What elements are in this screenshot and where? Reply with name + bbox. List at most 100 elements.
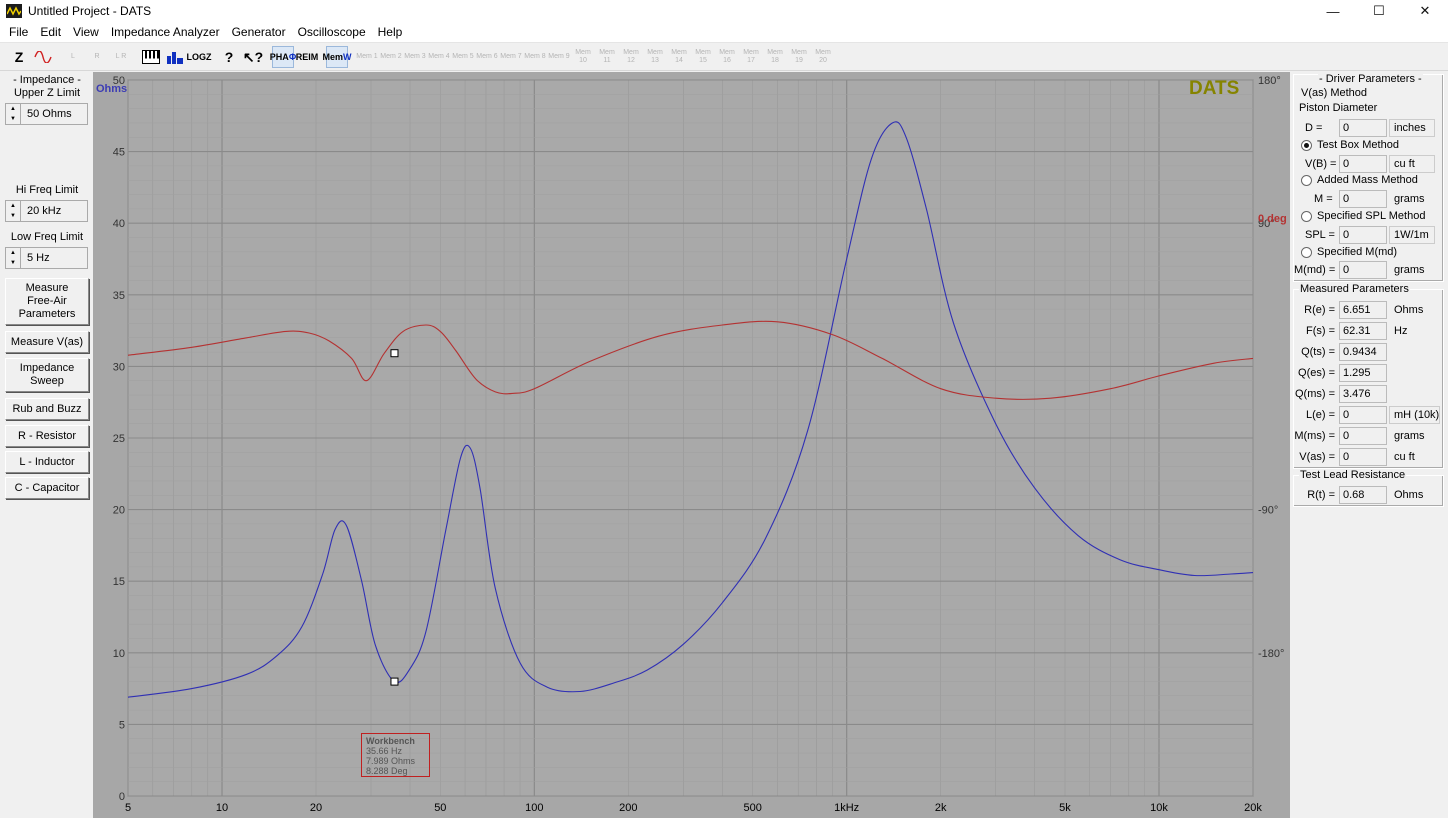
mem-slot-12[interactable]: Mem 12 <box>620 46 642 68</box>
x-tick-label: 1kHz <box>834 802 859 814</box>
spl-input[interactable]: 0 <box>1339 226 1387 244</box>
specified-spl-method-radio[interactable]: Specified SPL Method <box>1301 210 1425 222</box>
menu-impedance-analyzer[interactable]: Impedance Analyzer <box>105 22 226 43</box>
mem-slot-19[interactable]: Mem 19 <box>788 46 810 68</box>
mem-slot-18[interactable]: Mem 18 <box>764 46 786 68</box>
workbench-ohms: 7.989 Ohms <box>366 756 416 766</box>
workbench-degrees: 8.288 Deg <box>366 766 408 776</box>
mem-slot-11[interactable]: Mem 11 <box>596 46 618 68</box>
measure-free-air-button[interactable]: Measure Free-Air Parameters <box>5 278 89 325</box>
mem-slot-3[interactable]: Mem 3 <box>404 46 426 68</box>
measured-unit: mH (10k) <box>1389 406 1441 424</box>
upper-z-limit-spinner[interactable]: ▲ ▼ 50 Ohms <box>5 103 88 125</box>
measured-value[interactable]: 0 <box>1339 406 1387 424</box>
measured-unit <box>1389 385 1395 403</box>
measured-row: F(s) = 62.31 Hz <box>1294 322 1408 340</box>
mem-slot-5[interactable]: Mem 5 <box>452 46 474 68</box>
menu-generator[interactable]: Generator <box>226 22 292 43</box>
rt-input[interactable]: 0.68 <box>1339 486 1387 504</box>
mem-slot-9[interactable]: Mem 9 <box>548 46 570 68</box>
d-input[interactable]: 0 <box>1339 119 1387 137</box>
mem-slot-2[interactable]: Mem 2 <box>380 46 402 68</box>
radio-icon[interactable] <box>1301 246 1312 258</box>
measured-value[interactable]: 62.31 <box>1339 322 1387 340</box>
hi-freq-limit-spinner[interactable]: ▲ ▼ 20 kHz <box>5 200 88 222</box>
channel-lr-icon[interactable]: L R <box>110 46 132 68</box>
context-help-icon[interactable]: ↖? <box>242 46 264 68</box>
radio-icon[interactable] <box>1301 210 1312 222</box>
measured-label: F(s) = <box>1305 325 1335 337</box>
l-inductor-button[interactable]: L - Inductor <box>5 451 89 473</box>
impedance-mode-button[interactable]: Z <box>8 46 30 68</box>
spin-up-icon[interactable]: ▲ <box>6 201 20 211</box>
spin-up-icon[interactable]: ▲ <box>6 248 20 258</box>
mem-slot-8[interactable]: Mem 8 <box>524 46 546 68</box>
mem-slot-20[interactable]: Mem 20 <box>812 46 834 68</box>
measured-value[interactable]: 0 <box>1339 427 1387 445</box>
mem-slot-4[interactable]: Mem 4 <box>428 46 450 68</box>
measured-value[interactable]: 3.476 <box>1339 385 1387 403</box>
impedance-sweep-button[interactable]: Impedance Sweep <box>5 358 89 392</box>
rub-and-buzz-button[interactable]: Rub and Buzz <box>5 398 89 420</box>
close-button[interactable]: ✕ <box>1402 0 1448 22</box>
y-axis-left-title: Ohms <box>96 83 128 95</box>
vas-method-title: V(as) Method <box>1300 87 1369 99</box>
radio-selected-icon[interactable] <box>1301 139 1312 151</box>
measured-value[interactable]: 1.295 <box>1339 364 1387 382</box>
mem-slot-13[interactable]: Mem 13 <box>644 46 666 68</box>
mem-slot-6[interactable]: Mem 6 <box>476 46 498 68</box>
piano-keys-icon[interactable] <box>140 46 162 68</box>
x-tick-label: 5 <box>125 802 131 814</box>
mem-slot-1[interactable]: Mem 1 <box>356 46 378 68</box>
c-capacitor-button[interactable]: C - Capacitor <box>5 477 89 499</box>
help-icon[interactable]: ? <box>218 46 240 68</box>
measured-value[interactable]: 0.9434 <box>1339 343 1387 361</box>
channel-r-icon[interactable]: R <box>86 46 108 68</box>
left-panel: - Impedance - Upper Z Limit ▲ ▼ 50 Ohms H… <box>0 72 93 818</box>
r-resistor-button[interactable]: R - Resistor <box>5 425 89 447</box>
test-box-method-label: Test Box Method <box>1317 139 1399 151</box>
spin-down-icon[interactable]: ▼ <box>6 258 20 268</box>
m-input[interactable]: 0 <box>1339 190 1387 208</box>
radio-icon[interactable] <box>1301 174 1312 186</box>
measured-value[interactable]: 6.651 <box>1339 301 1387 319</box>
test-lead-resistance-title: Test Lead Resistance <box>1299 469 1407 481</box>
mem-slot-16[interactable]: Mem 16 <box>716 46 738 68</box>
mmd-input[interactable]: 0 <box>1339 261 1387 279</box>
measure-vas-button[interactable]: Measure V(as) <box>5 331 89 353</box>
mem-slot-17[interactable]: Mem 17 <box>740 46 762 68</box>
added-mass-method-radio[interactable]: Added Mass Method <box>1301 174 1418 186</box>
menu-edit[interactable]: Edit <box>34 22 67 43</box>
mem-slot-14[interactable]: Mem 14 <box>668 46 690 68</box>
sine-wave-icon[interactable] <box>32 46 54 68</box>
d-unit: inches <box>1389 119 1435 137</box>
workbench-readout: Workbench 35.66 Hz 7.989 Ohms 8.288 Deg <box>361 733 430 777</box>
maximize-button[interactable]: ☐ <box>1356 0 1402 22</box>
low-freq-limit-spinner[interactable]: ▲ ▼ 5 Hz <box>5 247 88 269</box>
menu-help[interactable]: Help <box>372 22 409 43</box>
impedance-chart[interactable]: 0 5 10 15 20 25 30 35 40 45 50 180° 90° -90° -180° 5 10 2… <box>93 72 1290 818</box>
log-scale-button[interactable]: LOG Z <box>187 46 212 68</box>
mem-slot-7[interactable]: Mem 7 <box>500 46 522 68</box>
specified-mmd-radio[interactable]: Specified M(md) <box>1301 246 1397 258</box>
channel-l-icon[interactable]: L <box>62 46 84 68</box>
y-axis-right-title: 0 deg <box>1258 213 1287 225</box>
test-box-method-radio[interactable]: Test Box Method <box>1301 139 1399 151</box>
re-im-button[interactable]: RE IM <box>296 46 319 68</box>
mem-button[interactable]: Mem W <box>323 45 352 68</box>
mem-slot-15[interactable]: Mem 15 <box>692 46 714 68</box>
minimize-button[interactable]: — <box>1310 0 1356 22</box>
menu-view[interactable]: View <box>67 22 105 43</box>
dats-logo: DATS <box>1189 78 1240 99</box>
spin-down-icon[interactable]: ▼ <box>6 114 20 124</box>
spin-up-icon[interactable]: ▲ <box>6 104 20 114</box>
vb-input[interactable]: 0 <box>1339 155 1387 173</box>
spin-down-icon[interactable]: ▼ <box>6 211 20 221</box>
d-label: D = <box>1305 122 1323 134</box>
phase-button[interactable]: PHA Φ <box>270 45 296 68</box>
menu-file[interactable]: File <box>3 22 34 43</box>
measured-value[interactable]: 0 <box>1339 448 1387 466</box>
bar-graph-icon[interactable] <box>164 46 186 68</box>
mem-slot-10[interactable]: Mem 10 <box>572 46 594 68</box>
menu-oscilloscope[interactable]: Oscilloscope <box>292 22 372 43</box>
